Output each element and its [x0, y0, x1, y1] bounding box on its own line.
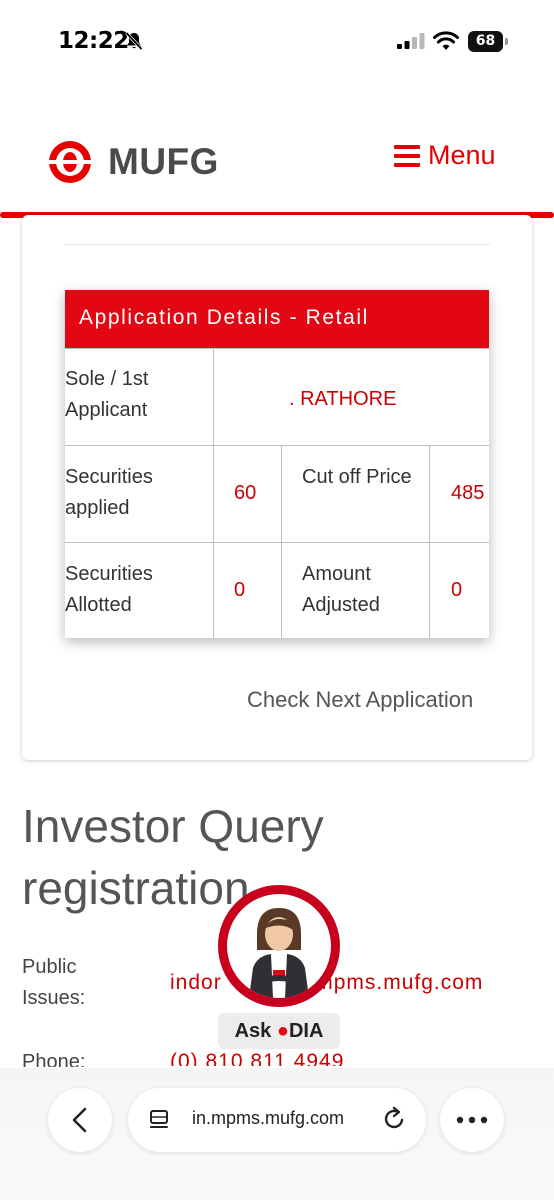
- table-row: Securities Allotted 0 Amount Adjusted 0: [65, 542, 489, 638]
- phone-label: Phone:: [22, 1051, 86, 1067]
- wifi-icon: [433, 31, 459, 50]
- cellular-signal-icon: [397, 33, 425, 49]
- address-bar[interactable]: in.mpms.mufg.com: [128, 1088, 426, 1152]
- hamburger-icon: [394, 144, 420, 167]
- table-row: Securities applied 60 Cut off Price 485: [65, 445, 489, 542]
- back-button[interactable]: [48, 1088, 112, 1152]
- menu-label: Menu: [428, 140, 496, 170]
- mufg-logo-mark-icon: [40, 141, 100, 183]
- section-title: Investor Query registration: [22, 800, 324, 914]
- amount-adjusted-value: 0: [451, 579, 463, 601]
- cut-off-price-value: 485: [451, 482, 485, 504]
- more-options-button[interactable]: [440, 1088, 504, 1152]
- mufg-logo[interactable]: MUFG: [40, 138, 219, 186]
- chevron-left-icon: [72, 1107, 87, 1133]
- menu-button[interactable]: Menu: [394, 140, 496, 171]
- card-divider: [64, 244, 490, 245]
- battery-icon: 68: [468, 31, 508, 52]
- url-text: in.mpms.mufg.com: [192, 1108, 345, 1128]
- brand-name: MUFG: [108, 141, 219, 182]
- ask-dia-label: Ask ● DIA: [218, 1013, 340, 1049]
- applicant-name: . RATHORE: [289, 388, 397, 410]
- table-title: Application Details - Retail: [65, 290, 489, 348]
- dia-logo-icon: ●: [276, 1019, 289, 1042]
- amount-adjusted-label: Amount Adjusted: [302, 563, 380, 616]
- status-time: 12:22: [58, 28, 129, 54]
- securities-allotted-value: 0: [234, 579, 246, 601]
- phone-link[interactable]: (0) 810 811 4949: [170, 1050, 344, 1066]
- table-row: Sole / 1st Applicant . RATHORE: [65, 348, 489, 445]
- more-icon: [456, 1116, 488, 1124]
- securities-applied-label: Securities applied: [65, 466, 153, 519]
- site-header: MUFG Menu: [0, 80, 554, 218]
- ask-dia-assistant[interactable]: Ask ● DIA: [218, 885, 340, 1050]
- assistant-woman-icon: [249, 908, 309, 998]
- securities-applied-value: 60: [234, 482, 257, 504]
- bell-slash-icon: [125, 31, 143, 51]
- cut-off-price-label: Cut off Price: [302, 466, 412, 488]
- application-details-table: Application Details - Retail Sole / 1st …: [65, 290, 489, 638]
- applicant-label: Sole / 1st Applicant: [65, 368, 149, 421]
- securities-allotted-label: Securities Allotted: [65, 563, 153, 616]
- reload-icon[interactable]: [382, 1106, 408, 1132]
- battery-level: 68: [468, 31, 503, 52]
- public-issues-label: Public Issues:: [22, 956, 86, 1009]
- check-next-application-link[interactable]: Check Next Application: [247, 687, 473, 713]
- assistant-avatar: [227, 894, 331, 998]
- tabs-icon: [150, 1110, 168, 1128]
- status-bar: 12:22 68: [0, 0, 554, 80]
